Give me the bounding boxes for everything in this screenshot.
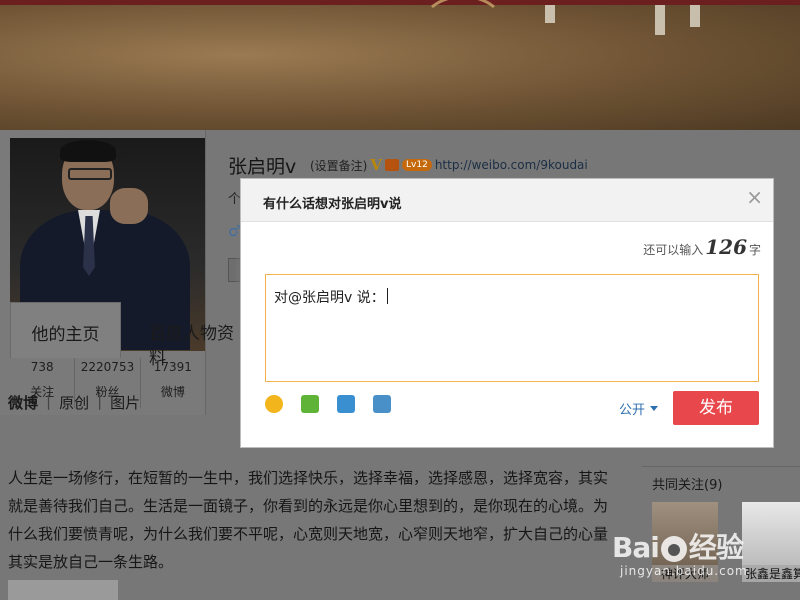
common-follow-card[interactable]: 张鑫是鑫算 [742,502,800,582]
banner-post [545,5,555,23]
post-text: 人生是一场修行，在短暂的一生中，我们选择快乐，选择幸福，选择感恩，选择宽容，其实… [8,469,609,571]
message-dialog: 有什么话想对张启明v说 × 还可以输入 126 字 对@张启明v 说： 公开 发… [240,178,774,448]
baidu-paw-icon [660,536,687,562]
vip-crown-icon[interactable] [385,159,400,171]
avatar-card: 738 关注 2220753 粉丝 17391 微博 [0,130,206,415]
watermark-logo-left: Bai [612,531,660,564]
subtab-images[interactable]: 图片 [110,392,140,413]
banner-post [690,5,700,27]
close-icon[interactable]: × [746,185,763,209]
char-counter-suffix: 字 [748,243,761,257]
banner-stalk [660,0,756,61]
subtab-separator: | [97,392,103,410]
subtab-weibo[interactable]: 微博 [8,392,38,413]
topic-icon[interactable] [373,395,391,413]
image-icon[interactable] [301,395,319,413]
profile-name: 张启明v [228,156,297,178]
profile-url[interactable]: http://weibo.com/9koudai [435,158,588,172]
char-counter-value: 126 [705,235,747,259]
profile-tabs: 他的主页 百度人物资料 [10,302,250,369]
composer-toolbar [265,395,391,413]
profile-banner [0,5,800,130]
avatar-fist [110,188,148,224]
text-caret [386,288,388,304]
level-badge[interactable]: Lv12 [402,159,432,171]
char-counter-prefix: 还可以输入 [643,243,704,257]
publish-button[interactable]: 发布 [673,391,759,425]
common-follow-name: 张鑫是鑫算 [742,565,800,582]
dialog-title: 有什么话想对张启明v说 [263,197,402,212]
chevron-down-icon [650,406,659,411]
tab-baidu-profile[interactable]: 百度人物资料 [149,302,250,369]
watermark-logo-right: 经验 [688,531,744,564]
watermark-url: jingyan.baidu.com [620,564,748,578]
visibility-label: 公开 [619,403,646,418]
set-remark-link[interactable]: (设置备注) [310,157,367,174]
common-follow-title[interactable]: 共同关注(9) [652,474,722,493]
sidebar-divider [642,466,800,467]
emoji-icon[interactable] [265,395,283,413]
baidu-jingyan-watermark: Bai 经验 jingyan.baidu.com [612,526,748,578]
stat-followers-count: 2220753 [80,360,135,374]
feed-subtabs: 微博 | 原创 | 图片 [8,392,140,413]
post-image[interactable] [8,580,118,600]
subtab-original[interactable]: 原创 [59,392,89,413]
banner-post [655,5,665,35]
avatar-glasses [68,168,112,180]
char-counter: 还可以输入 126 字 [643,235,761,259]
message-input[interactable]: 对@张启明v 说： [265,274,759,382]
avatar-hair [60,140,116,162]
message-input-text: 对@张启明v 说： [274,290,385,306]
profile-name-meta: (设置备注) V Lv12 http://weibo.com/9koudai [310,156,588,174]
dialog-header: 有什么话想对张启明v说 × [241,179,773,222]
subtab-separator: | [46,392,52,410]
tab-home[interactable]: 他的主页 [10,302,121,358]
verified-badge-icon[interactable]: V [370,156,382,174]
banner-stalk [420,0,506,61]
visibility-dropdown[interactable]: 公开 [619,399,659,418]
video-icon[interactable] [337,395,355,413]
stat-posts-label: 微博 [160,385,185,399]
stat-following-count: 738 [30,360,54,374]
watermark-logo: Bai 经验 [612,526,748,566]
